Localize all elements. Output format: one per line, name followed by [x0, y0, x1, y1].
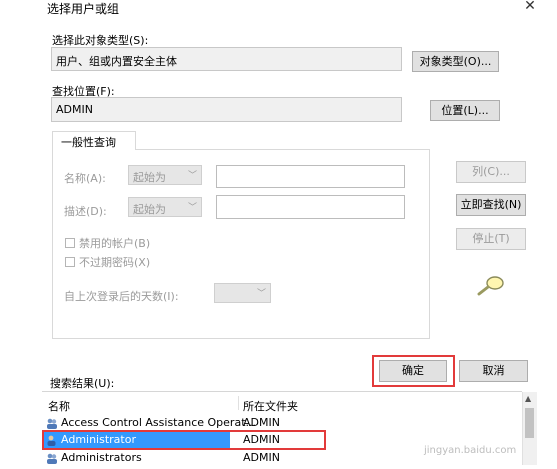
- scrollbar-thumb[interactable]: [525, 408, 534, 438]
- location-field: ADMIN: [51, 97, 402, 122]
- no-expire-password-label: 不过期密码(X): [79, 256, 151, 269]
- name-label: 名称(A):: [64, 172, 106, 185]
- chevron-down-icon: ﹀: [187, 171, 197, 181]
- table-row[interactable]: Access Control Assistance Operat... ADMI…: [42, 415, 322, 431]
- group-icon: [46, 418, 58, 429]
- cancel-button[interactable]: 取消: [459, 360, 528, 382]
- chevron-down-icon: ﹀: [187, 203, 197, 213]
- no-expire-password-checkbox[interactable]: [65, 257, 75, 267]
- group-icon: [46, 453, 58, 464]
- days-since-login-label: 自上次登录后的天数(I):: [64, 290, 179, 303]
- administrator-row-highlight: [42, 430, 326, 450]
- description-combo-value: 起始为: [133, 203, 166, 216]
- column-header-folder[interactable]: 所在文件夹: [243, 398, 298, 414]
- disabled-accounts-label: 禁用的帐户(B): [79, 237, 151, 250]
- row-name: Administrators: [61, 451, 142, 464]
- row-folder: ADMIN: [243, 416, 280, 429]
- chevron-down-icon: ﹀: [256, 289, 266, 299]
- column-divider: [238, 396, 239, 410]
- row-folder: ADMIN: [243, 451, 280, 464]
- disabled-accounts-checkbox[interactable]: [65, 238, 75, 248]
- table-row[interactable]: Administrators ADMIN: [42, 450, 322, 466]
- stop-button[interactable]: 停止(T): [456, 228, 526, 250]
- description-combo[interactable]: 起始为 ﹀: [128, 197, 202, 217]
- find-now-button[interactable]: 立即查找(N): [456, 194, 526, 216]
- search-magnifier-icon: [474, 272, 508, 300]
- object-type-label: 选择此对象类型(S):: [52, 34, 149, 47]
- scroll-up-arrow-icon[interactable]: ▲: [525, 394, 531, 403]
- name-combo[interactable]: 起始为 ﹀: [128, 165, 202, 185]
- search-results-label: 搜索结果(U):: [50, 377, 115, 390]
- column-header-name[interactable]: 名称: [48, 398, 70, 414]
- object-type-field: 用户、组或内置安全主体: [51, 47, 402, 71]
- location-button[interactable]: 位置(L)...: [430, 100, 500, 121]
- ok-button[interactable]: 确定: [379, 360, 447, 382]
- object-type-button[interactable]: 对象类型(O)...: [412, 51, 499, 72]
- days-since-login-combo[interactable]: ﹀: [214, 283, 271, 303]
- name-input[interactable]: [216, 165, 405, 188]
- columns-button[interactable]: 列(C)...: [456, 161, 526, 183]
- row-name: Access Control Assistance Operat...: [61, 416, 256, 429]
- close-icon[interactable]: ✕: [521, 0, 539, 14]
- tab-general-query[interactable]: 一般性查询: [52, 131, 136, 150]
- description-label: 描述(D):: [64, 205, 107, 218]
- watermark: jingyan.baidu.com: [424, 445, 517, 456]
- window-title: 选择用户或组: [47, 2, 120, 16]
- results-scrollbar[interactable]: ▲: [522, 392, 537, 465]
- name-combo-value: 起始为: [133, 171, 166, 184]
- description-input[interactable]: [216, 195, 405, 219]
